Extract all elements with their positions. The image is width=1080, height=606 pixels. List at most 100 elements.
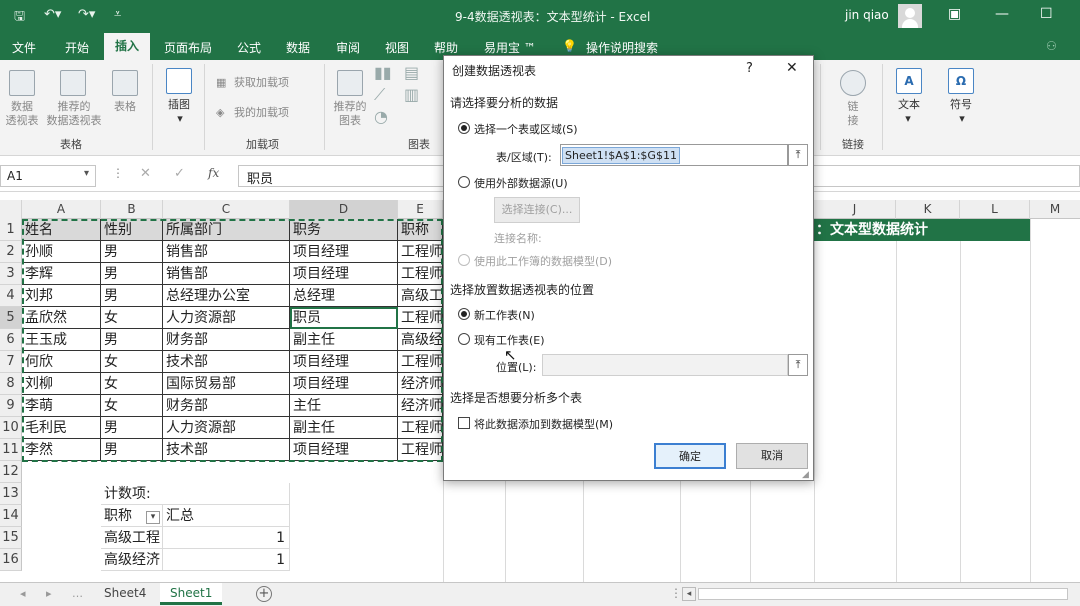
my-addins-button[interactable]: 我的加载项 <box>234 106 289 120</box>
table-cell[interactable]: 国际贸易部 <box>163 373 290 395</box>
row-header[interactable]: 2 <box>0 241 22 263</box>
sheet-tab-sheet4[interactable]: Sheet4 <box>94 583 156 605</box>
row-header[interactable]: 8 <box>0 373 22 395</box>
table-cell[interactable]: 男 <box>101 329 163 351</box>
table-cell[interactable]: 李萌 <box>22 395 101 417</box>
column-header-c[interactable]: C <box>163 200 290 219</box>
line-chart-icon[interactable]: ⟋ <box>374 87 385 103</box>
table-cell[interactable]: 高级工 <box>398 285 443 307</box>
tab-review[interactable]: 审阅 <box>336 39 360 56</box>
row-header[interactable]: 15 <box>0 527 22 549</box>
tab-view[interactable]: 视图 <box>385 39 409 56</box>
pivot-table-icon[interactable] <box>9 70 35 96</box>
table-cell[interactable]: 经济师 <box>398 373 443 395</box>
table-header-cell[interactable]: 姓名 <box>22 219 101 241</box>
tab-help[interactable]: 帮助 <box>434 39 458 56</box>
row-header[interactable]: 6 <box>0 329 22 351</box>
table-cell[interactable]: 毛利民 <box>22 417 101 439</box>
range-input-box[interactable]: Sheet1!$A$1:$G$11 <box>560 144 788 166</box>
tab-insert[interactable]: 插入 <box>104 33 150 60</box>
table-cell[interactable]: 工程师 <box>398 439 443 461</box>
scroll-left-icon[interactable]: ◂ <box>682 587 696 601</box>
table-cell[interactable]: 工程师 <box>398 351 443 373</box>
cancel-entry-icon[interactable]: ✕ <box>140 166 151 181</box>
recommended-pivot-icon[interactable] <box>60 70 86 96</box>
table-cell[interactable]: 销售部 <box>163 263 290 285</box>
insert-function-icon[interactable]: fx <box>208 166 219 180</box>
get-addins-button[interactable]: 获取加载项 <box>234 76 289 90</box>
table-cell[interactable]: 副主任 <box>290 329 398 351</box>
sheet-tab-sheet1[interactable]: Sheet1 <box>160 583 223 605</box>
row-header[interactable]: 10 <box>0 417 22 439</box>
column-header-l[interactable]: L <box>960 200 1030 219</box>
text-box-icon[interactable]: A <box>896 68 922 94</box>
bar-chart-icon[interactable]: ▮▮ <box>374 65 392 81</box>
table-cell[interactable]: 李然 <box>22 439 101 461</box>
chevron-down-icon[interactable]: ▾ <box>898 112 918 126</box>
table-cell[interactable]: 销售部 <box>163 241 290 263</box>
cancel-button[interactable]: 取消 <box>736 443 808 469</box>
table-cell[interactable]: 经济师 <box>398 395 443 417</box>
radio-external-source[interactable] <box>458 176 470 188</box>
column-header-k[interactable]: K <box>896 200 960 219</box>
table-cell[interactable]: 男 <box>101 417 163 439</box>
column-header-a[interactable]: A <box>22 200 101 219</box>
row-header[interactable]: 3 <box>0 263 22 285</box>
add-sheet-icon[interactable]: + <box>256 586 272 602</box>
pivot-row-item[interactable]: 高级经济 <box>101 549 163 571</box>
tab-home[interactable]: 开始 <box>65 39 89 56</box>
select-all-corner[interactable] <box>0 200 22 219</box>
table-cell[interactable]: 王玉成 <box>22 329 101 351</box>
table-cell[interactable]: 孙顺 <box>22 241 101 263</box>
tab-page-layout[interactable]: 页面布局 <box>164 39 212 56</box>
horizontal-scrollbar[interactable] <box>698 588 1068 600</box>
table-header-cell[interactable]: 所属部门 <box>163 219 290 241</box>
table-cell[interactable]: 男 <box>101 241 163 263</box>
table-cell[interactable]: 人力资源部 <box>163 307 290 329</box>
hierarchy-chart-icon[interactable]: ▤ <box>404 65 419 81</box>
tab-easy-tool[interactable]: 易用宝 ™ <box>484 39 536 56</box>
radio-select-range-label[interactable]: 选择一个表或区域(S) <box>474 121 578 137</box>
illustrations-icon[interactable] <box>166 68 192 94</box>
column-header-j[interactable]: J <box>814 200 896 219</box>
row-header[interactable]: 11 <box>0 439 22 461</box>
table-cell[interactable]: 项目经理 <box>290 263 398 285</box>
table-cell[interactable]: 男 <box>101 439 163 461</box>
globe-link-icon[interactable] <box>840 70 866 96</box>
table-cell[interactable]: 工程师 <box>398 417 443 439</box>
table-cell[interactable]: 孟欣然 <box>22 307 101 329</box>
confirm-entry-icon[interactable]: ✓ <box>174 166 185 181</box>
table-cell[interactable]: 女 <box>101 395 163 417</box>
radio-existing-worksheet[interactable] <box>458 333 470 345</box>
pivot-row-value[interactable]: 1 <box>163 527 290 549</box>
ok-button[interactable]: 确定 <box>654 443 726 469</box>
row-header[interactable]: 13 <box>0 483 22 505</box>
my-addins-icon[interactable]: ◈ <box>216 106 224 120</box>
table-cell[interactable]: 工程师 <box>398 307 443 329</box>
column-header-m[interactable]: M <box>1030 200 1080 219</box>
active-cell[interactable]: 职员 <box>290 307 398 329</box>
filter-dropdown-icon[interactable]: ▾ <box>146 511 160 524</box>
pivot-sum-label[interactable]: 汇总 <box>163 505 290 527</box>
save-icon[interactable]: 🖫 <box>14 7 25 29</box>
avatar[interactable] <box>898 4 922 28</box>
table-button[interactable]: 表格 <box>105 100 145 114</box>
radio-external-source-label[interactable]: 使用外部数据源(U) <box>474 175 568 191</box>
radio-data-model-label[interactable]: 使用此工作簿的数据模型(D) <box>474 253 612 269</box>
table-cell[interactable]: 项目经理 <box>290 241 398 263</box>
scroll-left-icon[interactable]: ◂ <box>20 587 26 600</box>
scroll-right-icon[interactable]: ▸ <box>46 587 52 600</box>
table-cell[interactable]: 副主任 <box>290 417 398 439</box>
location-input[interactable] <box>542 354 788 376</box>
column-header-d[interactable]: D <box>290 200 398 219</box>
name-box[interactable]: A1 <box>0 165 96 187</box>
stat-chart-icon[interactable]: ▥ <box>404 87 419 103</box>
customize-quick-access-icon[interactable]: ⩡ <box>114 7 121 22</box>
column-header-e[interactable]: E <box>398 200 443 219</box>
table-cell[interactable]: 女 <box>101 373 163 395</box>
table-cell[interactable]: 财务部 <box>163 395 290 417</box>
pivot-row-value[interactable]: 1 <box>163 549 290 571</box>
table-icon[interactable] <box>112 70 138 96</box>
row-header[interactable]: 16 <box>0 549 22 571</box>
tab-file[interactable]: 文件 <box>12 39 36 56</box>
